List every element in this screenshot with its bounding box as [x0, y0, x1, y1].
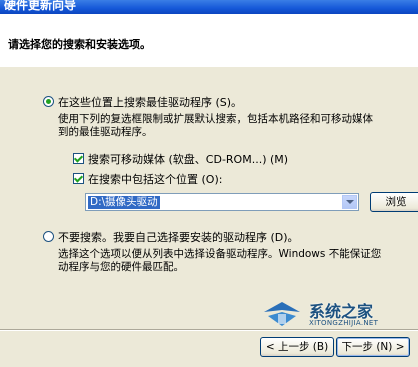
watermark-logo-icon — [264, 302, 300, 326]
search-description-line2: 到的最佳驱动程序。 — [58, 126, 153, 138]
window-title: 硬件更新向导 — [4, 0, 77, 12]
back-button[interactable]: < 上一步 (B) — [260, 337, 334, 357]
removable-media-label[interactable]: 搜索可移动媒体 (软盘、CD-ROM...) (M) — [88, 151, 288, 167]
browse-button[interactable]: 浏览 — [370, 192, 418, 212]
chevron-down-icon[interactable] — [342, 195, 357, 209]
manual-description-line1: 选择这个选项以便从列表中选择设备驱动程序。Windows 不能保证您 — [58, 248, 382, 260]
search-description-line1: 使用下列的复选框限制或扩展默认搜索，包括本机路径和可移动媒体 — [58, 113, 373, 125]
include-location-label[interactable]: 在搜索中包括这个位置 (O): — [88, 171, 222, 187]
manual-option-radio[interactable] — [43, 231, 54, 242]
search-option-label[interactable]: 在这些位置上搜索最佳驱动程序 (S)。 — [58, 94, 242, 110]
next-button[interactable]: 下一步 (N) > — [336, 337, 410, 357]
manual-option-label[interactable]: 不要搜索。我要自己选择要安装的驱动程序 (D)。 — [58, 229, 299, 245]
header-divider — [0, 66, 418, 67]
header-instruction: 请选择您的搜索和安装选项。 — [8, 38, 151, 51]
title-bar: 硬件更新向导 — [0, 0, 418, 14]
footer-divider — [0, 329, 418, 331]
manual-description-line2: 动程序与您的硬件最匹配。 — [58, 261, 184, 273]
watermark-url: XITONGZHIJIA.NET — [309, 319, 379, 327]
search-option-radio[interactable] — [43, 96, 54, 107]
wizard-header: 请选择您的搜索和安装选项。 — [0, 14, 418, 67]
removable-media-checkbox[interactable] — [73, 153, 84, 164]
location-path-value: D:\摄像头驱动 — [88, 196, 160, 209]
include-location-checkbox[interactable] — [73, 173, 84, 184]
location-path-combobox[interactable]: D:\摄像头驱动 — [85, 193, 359, 211]
